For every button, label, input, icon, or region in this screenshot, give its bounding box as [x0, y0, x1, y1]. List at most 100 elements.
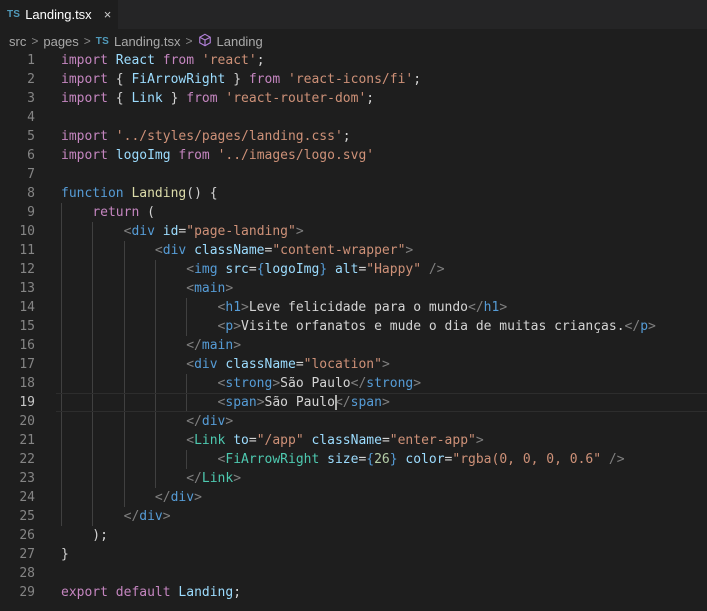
code-token: span	[225, 395, 257, 410]
code-line[interactable]: 12 <img src={logoImg} alt="Happy" />	[0, 260, 707, 279]
code-text: <main>	[61, 279, 233, 298]
code-token: 26	[374, 452, 390, 467]
code-token: default	[115, 585, 171, 600]
chevron-right-icon: >	[31, 34, 39, 48]
code-text: <strong>São Paulo</strong>	[61, 374, 422, 393]
code-line[interactable]: 14 <h1>Leve felicidade para o mundo</h1>	[0, 298, 707, 317]
code-line[interactable]: 11 <div className="content-wrapper">	[0, 241, 707, 260]
code-line[interactable]: 7	[0, 165, 707, 184]
code-token: () {	[186, 186, 218, 201]
code-text: <div id="page-landing">	[61, 222, 304, 241]
code-line[interactable]: 8 function Landing() {	[0, 184, 707, 203]
code-token: React	[115, 53, 155, 68]
line-number: 3	[27, 91, 35, 106]
code-line[interactable]: 16 </main>	[0, 336, 707, 355]
code-line[interactable]: 27}	[0, 545, 707, 564]
code-token: </	[154, 490, 171, 505]
code-token: className	[194, 243, 265, 258]
code-line[interactable]: 26 );	[0, 526, 707, 545]
code-line[interactable]: 1 import React from 'react';	[0, 51, 707, 70]
code-line[interactable]: 20 </div>	[0, 412, 707, 431]
code-text: <div className="location">	[61, 355, 390, 374]
code-token: {	[256, 262, 265, 277]
code-token: 'react-icons/fi'	[288, 72, 414, 87]
tab-landing-tsx[interactable]: TS Landing.tsx ×	[0, 0, 118, 29]
code-line[interactable]: 9 return (	[0, 203, 707, 222]
code-token: "page-landing"	[186, 224, 296, 239]
code-line[interactable]: 6 import logoImg from '../images/logo.svg…	[0, 146, 707, 165]
code-text: import { Link } from 'react-router-dom';	[61, 89, 374, 108]
code-text: import '../styles/pages/landing.css';	[61, 127, 351, 146]
text-cursor	[335, 395, 338, 410]
code-token: 'react-router-dom'	[225, 91, 367, 106]
code-token: Link	[201, 471, 234, 486]
line-number: 19	[19, 395, 35, 410]
code-line[interactable]: 19 <span>São Paulo</span>	[0, 393, 707, 412]
code-line[interactable]: 15 <p>Visite orfanatos e mude o dia de m…	[0, 317, 707, 336]
code-token: {	[107, 72, 132, 87]
code-token: >	[381, 357, 390, 372]
code-line[interactable]: 4	[0, 108, 707, 127]
line-number: 6	[27, 148, 35, 163]
code-token: </	[334, 395, 351, 410]
code-text: </Link>	[61, 469, 241, 488]
code-token: '../images/logo.svg'	[217, 148, 375, 163]
code-token: >	[233, 338, 242, 353]
code-line[interactable]: 25 </div>	[0, 507, 707, 526]
breadcrumb-item-file[interactable]: Landing.tsx	[114, 34, 181, 49]
code-token: Landing	[131, 186, 187, 201]
code-line[interactable]: 17 <div className="location">	[0, 355, 707, 374]
code-token: <	[217, 395, 226, 410]
line-number: 25	[19, 509, 35, 524]
code-text: </div>	[61, 412, 233, 431]
code-line[interactable]: 29 export default Landing;	[0, 583, 707, 602]
breadcrumb-item-src[interactable]: src	[9, 34, 26, 49]
code-token: >	[475, 433, 484, 448]
code-token: 'react'	[201, 53, 257, 68]
code-token: >	[225, 281, 234, 296]
code-line[interactable]: 28	[0, 564, 707, 583]
code-token: Leve felicidade para o mundo	[248, 300, 469, 315]
code-line[interactable]: 18 <strong>São Paulo</strong>	[0, 374, 707, 393]
code-line[interactable]: 21 <Link to="/app" className="enter-app"…	[0, 431, 707, 450]
close-icon[interactable]: ×	[104, 7, 112, 22]
code-line[interactable]: 10 <div id="page-landing">	[0, 222, 707, 241]
code-line[interactable]: 5 import '../styles/pages/landing.css';	[0, 127, 707, 146]
code-text: </main>	[61, 336, 241, 355]
code-editor[interactable]: 1 import React from 'react'; 2 import { FiA…	[0, 51, 707, 611]
code-text: <p>Visite orfanatos e mude o dia de muit…	[61, 317, 656, 336]
code-token: >	[413, 376, 422, 391]
line-number: 8	[27, 186, 35, 201]
code-line[interactable]: 23 </Link>	[0, 469, 707, 488]
line-number: 26	[19, 528, 35, 543]
code-token: div	[131, 224, 155, 239]
line-number: 1	[27, 53, 35, 68]
typescript-file-icon: TS	[7, 9, 21, 20]
breadcrumb-item-pages[interactable]: pages	[43, 34, 78, 49]
code-token: from	[186, 91, 218, 106]
code-line[interactable]: 24 </div>	[0, 488, 707, 507]
line-number: 15	[19, 319, 35, 334]
code-token: =	[381, 433, 390, 448]
breadcrumb-item-symbol[interactable]: Landing	[217, 34, 263, 49]
code-token: ;	[233, 585, 242, 600]
code-line[interactable]: 22 <FiArrowRight size={26} color="rgba(0…	[0, 450, 707, 469]
line-number: 22	[19, 452, 35, 467]
code-line[interactable]: 3 import { Link } from 'react-router-dom'…	[0, 89, 707, 108]
code-line[interactable]: 13 <main>	[0, 279, 707, 298]
code-token: >	[233, 319, 242, 334]
code-token: </	[350, 376, 367, 391]
code-line[interactable]: 2 import { FiArrowRight } from 'react-ico…	[0, 70, 707, 89]
